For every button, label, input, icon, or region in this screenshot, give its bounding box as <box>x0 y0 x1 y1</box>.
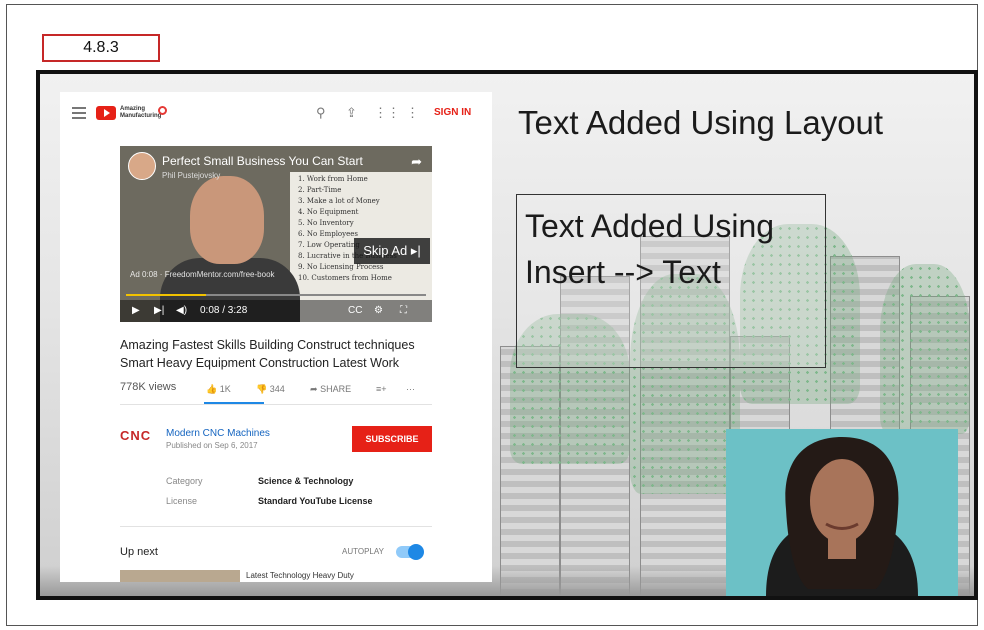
youtube-logo-icon[interactable] <box>96 106 116 120</box>
location-pin-icon <box>158 106 167 115</box>
more-actions-icon[interactable]: ··· <box>406 384 415 394</box>
presenter-image <box>726 429 958 596</box>
next-video-thumbnail[interactable] <box>120 570 240 582</box>
channel-avatar[interactable] <box>128 152 156 180</box>
inserted-text-box[interactable]: Text Added Using Insert --> Text <box>516 194 826 368</box>
upload-icon[interactable]: ⇪ <box>346 105 357 121</box>
whiteboard-text: 1. Work from Home 2. Part-Time 3. Make a… <box>298 175 397 282</box>
apps-grid-icon[interactable]: ⋮⋮ <box>374 105 400 121</box>
thumbs-down-icon: 👎 <box>256 384 268 394</box>
presenter-video <box>726 429 958 596</box>
video-player[interactable]: 1. Work from Home 2. Part-Time 3. Make a… <box>120 146 432 322</box>
dislike-button[interactable]: 👎 344 <box>256 384 285 395</box>
foliage <box>880 264 970 434</box>
add-to-playlist-icon[interactable]: ≡+ <box>376 384 387 394</box>
player-controls: ▶ ▶| ◀) 0:08 / 3:28 CC ⚙ ⛶ <box>120 300 432 322</box>
share-arrow-icon[interactable]: ➦ <box>411 154 422 170</box>
slide-number-label: 4.8.3 <box>42 34 160 62</box>
slide: Text Added Using Layout Text Added Using… <box>36 70 978 600</box>
textbox-line: Text Added Using <box>525 208 775 244</box>
play-icon[interactable]: ▶ <box>132 305 140 316</box>
slide-heading[interactable]: Text Added Using Layout <box>518 104 883 142</box>
license-value: Standard YouTube License <box>258 496 373 506</box>
dislike-count: 344 <box>269 384 285 394</box>
view-count: 778K views <box>120 381 177 393</box>
divider <box>120 404 432 405</box>
search-icon[interactable]: ⚲ <box>316 105 326 121</box>
channel-brand: Amazing Manufacturing <box>120 106 162 119</box>
like-count: 1K <box>219 384 231 394</box>
video-title: Amazing Fastest Skills Building Construc… <box>120 336 450 372</box>
divider <box>120 526 432 527</box>
sign-in-button[interactable]: SIGN IN <box>434 107 471 118</box>
up-next-heading: Up next <box>120 546 158 558</box>
video-overlay-title[interactable]: Perfect Small Business You Can Start <box>162 154 363 168</box>
thumbs-up-icon: 👍 <box>206 384 218 394</box>
video-title-line: Smart Heavy Equipment Construction Lates… <box>120 356 400 370</box>
share-label: SHARE <box>320 384 352 394</box>
youtube-screenshot: Amazing Manufacturing ⚲ ⇪ ⋮⋮ ⋮ SIGN IN 1… <box>60 92 492 582</box>
category-label: Category <box>166 476 203 486</box>
share-button[interactable]: ➦ SHARE <box>310 384 351 395</box>
time-display: 0:08 / 3:28 <box>200 305 248 316</box>
ad-url[interactable]: Ad 0:08 · FreedomMentor.com/free-book <box>130 270 275 279</box>
video-title-line: Amazing Fastest Skills Building Construc… <box>120 338 415 352</box>
channel-name-link[interactable]: Modern CNC Machines <box>166 428 270 439</box>
next-video-title[interactable]: Latest Technology Heavy Duty <box>246 571 354 580</box>
presenter-face <box>190 176 264 264</box>
share-icon: ➦ <box>310 384 318 394</box>
category-value[interactable]: Science & Technology <box>258 476 353 486</box>
settings-gear-icon[interactable]: ⚙ <box>374 305 383 316</box>
autoplay-toggle[interactable] <box>396 544 424 560</box>
fullscreen-icon[interactable]: ⛶ <box>400 305 407 316</box>
autoplay-label: AUTOPLAY <box>342 547 384 556</box>
more-vert-icon[interactable]: ⋮ <box>406 105 419 121</box>
video-overlay-author: Phil Pustejovsky <box>162 171 221 180</box>
video-progress-bar[interactable] <box>126 294 426 296</box>
captions-icon[interactable]: CC <box>348 305 362 316</box>
skip-ad-button[interactable]: Skip Ad ▸| <box>354 238 430 264</box>
next-icon[interactable]: ▶| <box>154 305 164 316</box>
channel-logo-text: CNC <box>120 428 152 443</box>
slide-canvas: Text Added Using Layout Text Added Using… <box>40 74 974 596</box>
textbox-line: Insert --> Text <box>525 254 721 290</box>
channel-logo[interactable]: CNC <box>120 428 151 443</box>
like-button[interactable]: 👍 1K <box>206 384 231 395</box>
menu-icon[interactable] <box>72 107 86 122</box>
subscribe-button[interactable]: SUBSCRIBE <box>352 426 432 452</box>
volume-icon[interactable]: ◀) <box>176 305 187 316</box>
license-label: License <box>166 496 198 506</box>
publish-date: Published on Sep 6, 2017 <box>166 441 258 450</box>
